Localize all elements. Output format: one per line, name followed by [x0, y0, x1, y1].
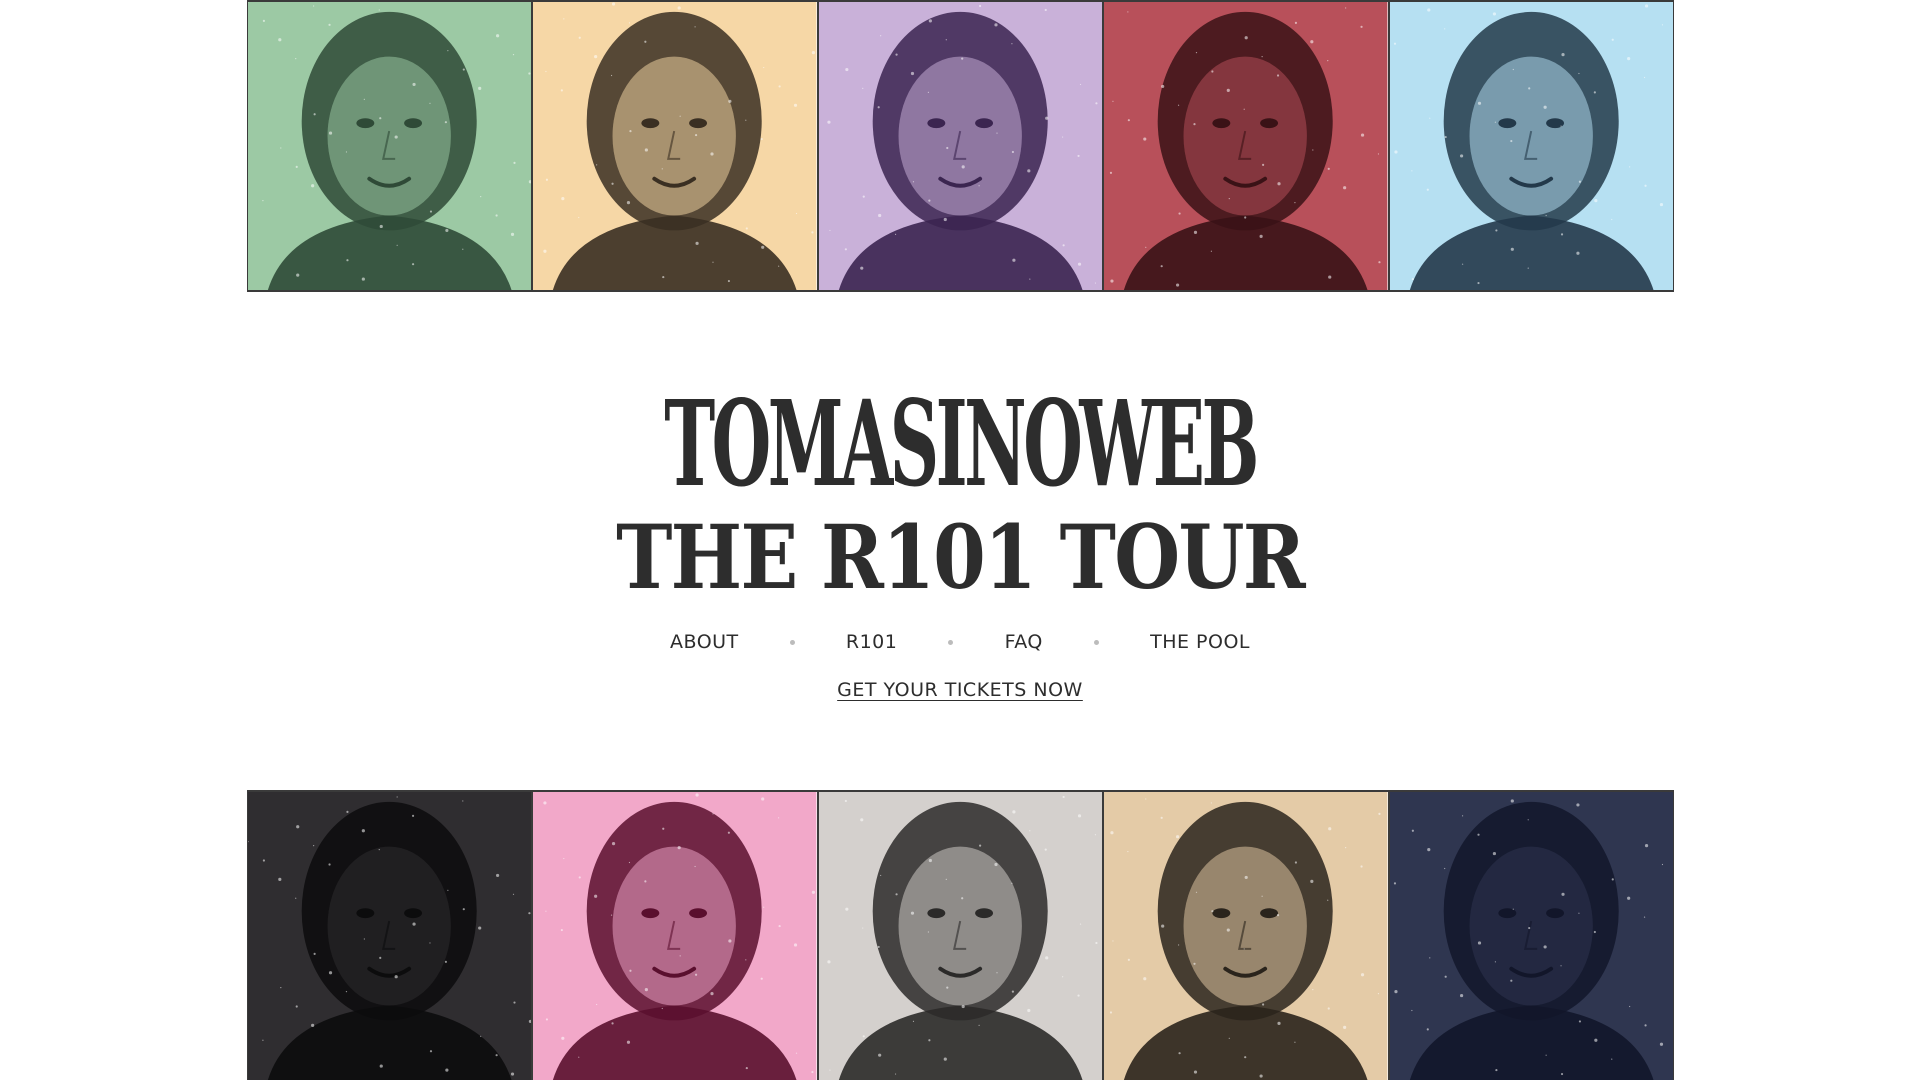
logo-subtitle: THE R101 TOUR	[616, 505, 1306, 609]
hero: TOMASINOWEB THE R101 TOUR ABOUT R101 FAQ…	[0, 374, 1920, 702]
main-nav: ABOUT R101 FAQ THE POOL	[670, 631, 1250, 653]
portrait-image	[533, 2, 817, 290]
nav-item-about[interactable]: ABOUT	[670, 631, 739, 653]
portrait-image	[1104, 2, 1388, 290]
portrait-image	[818, 2, 1103, 290]
portrait-tile	[533, 2, 819, 290]
page: TOMASINOWEB THE R101 TOUR ABOUT R101 FAQ…	[0, 0, 1920, 1080]
portrait-tile	[1104, 2, 1390, 290]
portrait-image	[1389, 2, 1674, 290]
portrait-tile	[533, 792, 819, 1080]
nav-item-the-pool[interactable]: THE POOL	[1150, 631, 1250, 653]
portrait-image	[248, 2, 532, 290]
portrait-tile	[818, 2, 1105, 290]
nav-item-r101[interactable]: R101	[846, 631, 897, 653]
portrait-image	[533, 792, 817, 1080]
portrait-tile	[247, 2, 534, 290]
portrait-tile	[1389, 2, 1675, 290]
portrait-strip-top	[247, 0, 1675, 292]
portrait-image	[1389, 792, 1674, 1080]
nav-separator-dot	[789, 639, 795, 645]
portrait-image	[818, 792, 1103, 1080]
portrait-tile	[1104, 792, 1390, 1080]
nav-separator-dot	[1094, 639, 1099, 645]
portrait-tile	[247, 792, 534, 1080]
portrait-image	[1104, 792, 1388, 1080]
portrait-image	[248, 792, 532, 1080]
nav-separator-dot	[948, 639, 954, 645]
portrait-tile	[1389, 792, 1675, 1080]
portrait-tile	[818, 792, 1105, 1080]
get-tickets-link[interactable]: GET YOUR TICKETS NOW	[837, 679, 1083, 701]
logo-title: TOMASINOWEB	[664, 374, 1259, 513]
site-logo[interactable]: TOMASINOWEB THE R101 TOUR	[450, 374, 1470, 609]
portrait-strip-bottom	[247, 790, 1675, 1080]
nav-item-faq[interactable]: FAQ	[1005, 631, 1043, 653]
